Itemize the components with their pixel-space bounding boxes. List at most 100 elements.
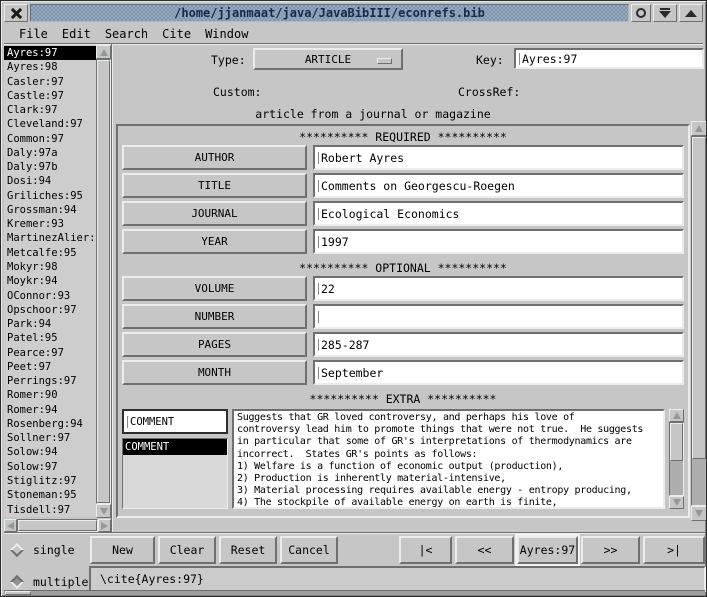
shade-button[interactable] bbox=[653, 4, 677, 22]
new-button[interactable]: New bbox=[90, 536, 155, 564]
type-dropdown[interactable]: ARTICLE bbox=[253, 48, 403, 70]
menu-item-cite[interactable]: Cite bbox=[160, 27, 193, 41]
clear-button[interactable]: Clear bbox=[158, 536, 216, 564]
cancel-button[interactable]: Cancel bbox=[280, 536, 338, 564]
list-item[interactable]: Stiglitz:97 bbox=[4, 474, 96, 488]
cite-command-field[interactable]: \cite{Ayres:97} bbox=[89, 566, 706, 592]
field-row: JOURNALEcological Economics bbox=[122, 201, 684, 226]
list-item[interactable]: Grossman:94 bbox=[4, 203, 96, 217]
scroll-left-button[interactable] bbox=[4, 519, 17, 532]
field-input-month[interactable]: September bbox=[313, 360, 684, 385]
list-item[interactable]: Casler:97 bbox=[4, 75, 96, 89]
scroll-thumb[interactable] bbox=[5, 591, 31, 595]
list-item[interactable]: Solow:94 bbox=[4, 445, 96, 459]
menu-item-edit[interactable]: Edit bbox=[60, 27, 93, 41]
list-item[interactable]: Mokyr:98 bbox=[4, 260, 96, 274]
list-item[interactable]: Peet:97 bbox=[4, 360, 96, 374]
menu-item-search[interactable]: Search bbox=[103, 27, 150, 41]
scroll-up-button[interactable] bbox=[691, 121, 707, 136]
scroll-up-button[interactable] bbox=[669, 409, 684, 422]
scroll-down-button[interactable] bbox=[691, 506, 707, 521]
list-item[interactable]: Daly:97a bbox=[4, 146, 96, 160]
entry-type-description: article from a journal or magazine bbox=[113, 107, 633, 121]
scroll-thumb[interactable] bbox=[670, 423, 683, 461]
last-record-button[interactable]: >| bbox=[643, 536, 705, 564]
field-label-author[interactable]: AUTHOR bbox=[122, 145, 307, 170]
field-label-month[interactable]: MONTH bbox=[122, 360, 307, 385]
list-item[interactable]: Kremer:93 bbox=[4, 217, 96, 231]
list-item[interactable]: Cleveland:97 bbox=[4, 117, 96, 131]
key-value: Ayres:97 bbox=[522, 52, 577, 66]
list-item[interactable]: Ayres:98 bbox=[4, 60, 96, 74]
current-record-button[interactable]: Ayres:97 bbox=[517, 536, 578, 564]
field-input-title[interactable]: Comments on Georgescu-Roegen bbox=[313, 173, 684, 198]
field-input-pages[interactable]: 285-287 bbox=[313, 332, 684, 357]
list-item[interactable]: Clark:97 bbox=[4, 103, 96, 117]
field-input-number[interactable] bbox=[313, 304, 684, 329]
list-item[interactable]: Opschoor:97 bbox=[4, 303, 96, 317]
menu-item-window[interactable]: Window bbox=[203, 27, 250, 41]
list-item[interactable]: Tisdell:97 bbox=[4, 503, 96, 517]
scroll-thumb[interactable] bbox=[692, 137, 706, 459]
scroll-track[interactable] bbox=[17, 519, 98, 532]
field-label-year[interactable]: YEAR bbox=[122, 229, 307, 254]
list-item[interactable]: OConnor:93 bbox=[4, 289, 96, 303]
scroll-up-button[interactable] bbox=[96, 45, 111, 59]
field-label-title[interactable]: TITLE bbox=[122, 173, 307, 198]
scroll-up-icon bbox=[100, 49, 108, 56]
list-item[interactable]: Romer:90 bbox=[4, 388, 96, 402]
field-input-year[interactable]: 1997 bbox=[313, 229, 684, 254]
close-button[interactable] bbox=[4, 4, 28, 22]
list-item[interactable]: Rosenberg:94 bbox=[4, 417, 96, 431]
scroll-down-button[interactable] bbox=[96, 504, 111, 518]
field-label-number[interactable]: NUMBER bbox=[122, 304, 307, 329]
list-item[interactable]: Griliches:95 bbox=[4, 189, 96, 203]
key-input[interactable]: Ayres:97 bbox=[514, 48, 704, 69]
scroll-thumb[interactable] bbox=[18, 520, 97, 531]
list-item[interactable]: Pearce:97 bbox=[4, 346, 96, 360]
scroll-track[interactable] bbox=[669, 422, 684, 496]
list-item[interactable]: Stoneman:95 bbox=[4, 488, 96, 502]
field-input-volume[interactable]: 22 bbox=[313, 276, 684, 301]
reset-button[interactable]: Reset bbox=[219, 536, 277, 564]
cite-mode-multiple[interactable]: multiple bbox=[12, 575, 88, 589]
text-caret-icon bbox=[318, 367, 319, 379]
extra-field-name: COMMENT bbox=[130, 416, 174, 428]
list-item[interactable]: Metcalfe:95 bbox=[4, 246, 96, 260]
next-record-button[interactable]: >> bbox=[581, 536, 640, 564]
window-menu-button[interactable] bbox=[631, 4, 651, 22]
list-item[interactable]: MartinezAlier:9 bbox=[4, 231, 96, 245]
field-label-journal[interactable]: JOURNAL bbox=[122, 201, 307, 226]
field-value: Comments on Georgescu-Roegen bbox=[321, 179, 515, 193]
window-hscrollbar[interactable] bbox=[4, 590, 705, 595]
list-item[interactable]: Solow:97 bbox=[4, 460, 96, 474]
cite-mode-single[interactable]: single bbox=[12, 543, 75, 557]
scroll-down-button[interactable] bbox=[669, 496, 684, 509]
field-input-author[interactable]: Robert Ayres bbox=[313, 145, 684, 170]
list-item[interactable]: Patel:95 bbox=[4, 331, 96, 345]
list-item[interactable]: Sollner:97 bbox=[4, 431, 96, 445]
list-item[interactable]: Castle:97 bbox=[4, 89, 96, 103]
scroll-thumb[interactable] bbox=[97, 60, 110, 503]
list-item[interactable]: Romer:94 bbox=[4, 403, 96, 417]
list-item[interactable]: Dosi:94 bbox=[4, 174, 96, 188]
list-item[interactable]: Ayres:97 bbox=[4, 46, 96, 60]
maximize-button[interactable] bbox=[679, 4, 703, 22]
scroll-track[interactable] bbox=[691, 136, 707, 506]
field-input-journal[interactable]: Ecological Economics bbox=[313, 201, 684, 226]
list-item[interactable]: COMMENT bbox=[123, 439, 227, 455]
scroll-track[interactable] bbox=[96, 59, 111, 504]
previous-record-button[interactable]: << bbox=[455, 536, 514, 564]
list-item[interactable]: Perrings:97 bbox=[4, 374, 96, 388]
extra-field-name-input[interactable]: COMMENT bbox=[122, 409, 228, 434]
menu-item-file[interactable]: File bbox=[17, 27, 50, 41]
list-item[interactable]: Park:94 bbox=[4, 317, 96, 331]
comment-textarea[interactable]: Suggests that GR loved controversy, and … bbox=[232, 409, 665, 509]
list-item[interactable]: Daly:97b bbox=[4, 160, 96, 174]
field-label-pages[interactable]: PAGES bbox=[122, 332, 307, 357]
field-label-volume[interactable]: VOLUME bbox=[122, 276, 307, 301]
scroll-right-button[interactable] bbox=[98, 519, 111, 532]
list-item[interactable]: Common:97 bbox=[4, 132, 96, 146]
list-item[interactable]: Moykr:94 bbox=[4, 274, 96, 288]
first-record-button[interactable]: |< bbox=[399, 536, 452, 564]
